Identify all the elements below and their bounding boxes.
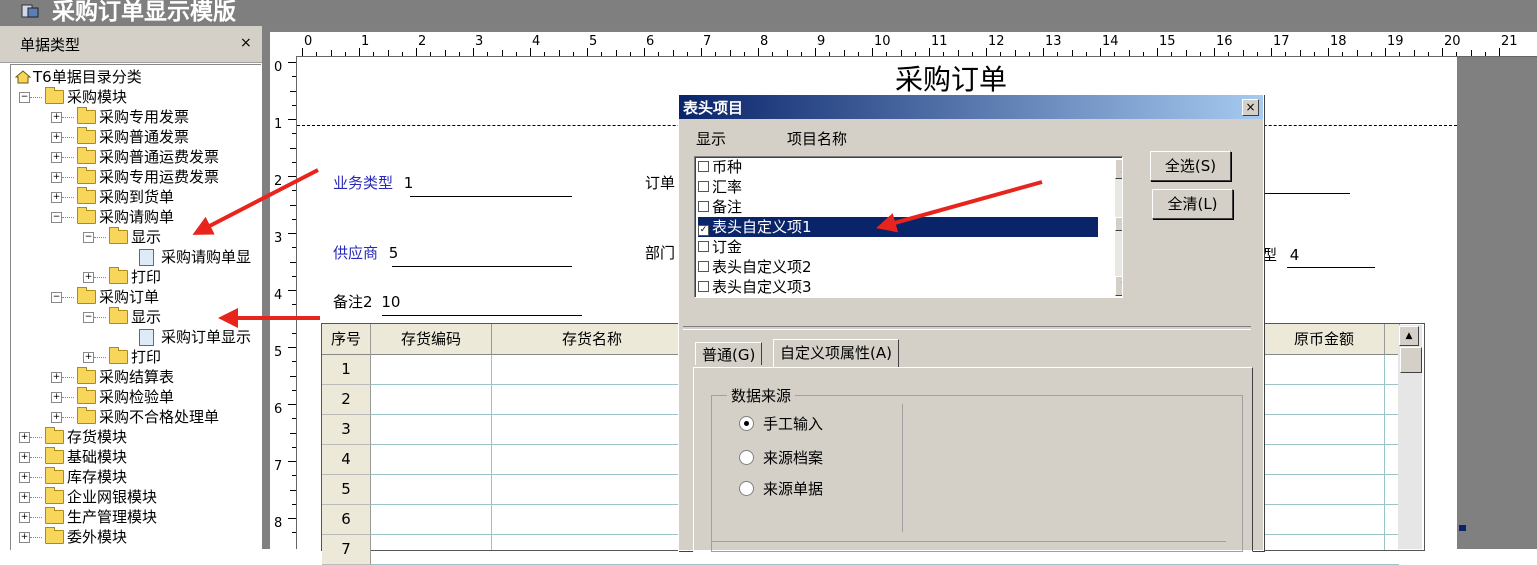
arrow-to-requisition: [192, 168, 319, 235]
annotation-arrows: [192, 168, 1043, 328]
arrow-to-custom-item: [876, 180, 1043, 233]
